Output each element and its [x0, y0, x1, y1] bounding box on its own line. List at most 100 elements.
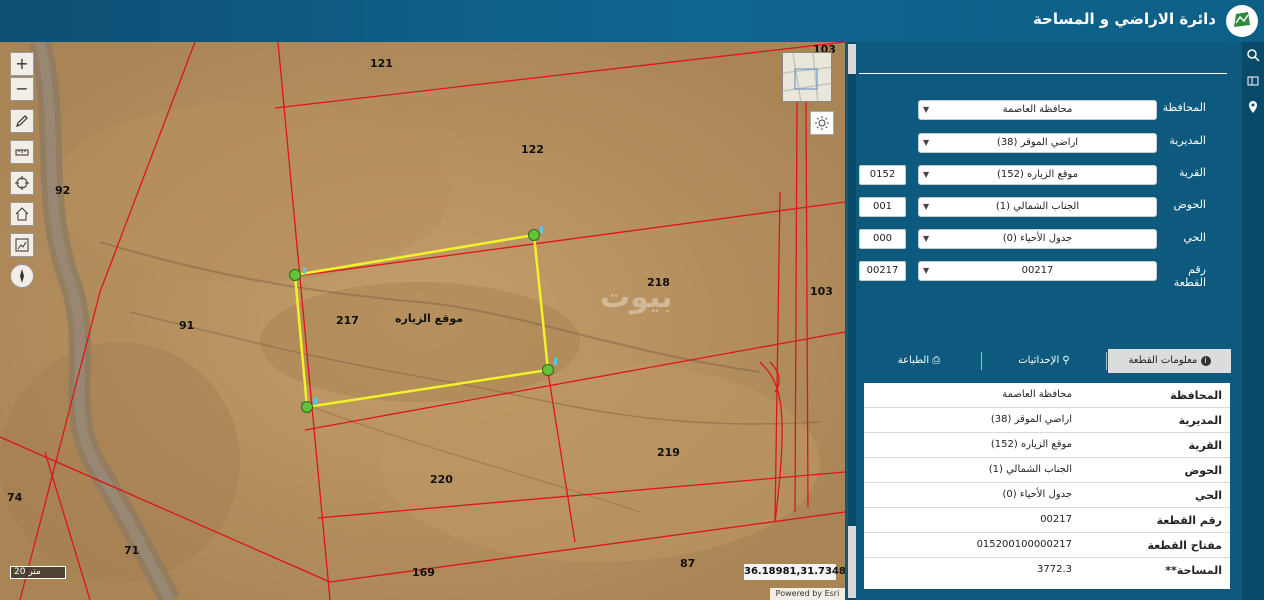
home-button[interactable] [10, 202, 34, 226]
info-value: الجناب الشمالي (1) [988, 464, 1072, 475]
crosshair-icon [15, 176, 29, 190]
parcel-info-table: المحافظة محافظة العاصمة المديرية اراضي ا… [864, 383, 1230, 589]
field-label-basin: الحوض [1173, 198, 1207, 211]
table-row: المحافظة محافظة العاصمة [864, 383, 1230, 408]
neighborhood-select[interactable]: ▼ جدول الأحياء (0) [918, 229, 1157, 249]
zoom-out-button[interactable]: − [10, 77, 34, 101]
draw-tool-button[interactable] [10, 109, 34, 133]
tab-parcel-info[interactable]: i معلومات القطعة [1108, 349, 1231, 373]
info-key: الحي [1195, 489, 1222, 502]
compass-icon [20, 269, 24, 283]
info-key: المساحة** [1165, 564, 1222, 577]
table-row: الحي جدول الأحياء (0) [864, 483, 1230, 508]
attribution: Powered by Esri [770, 588, 845, 600]
tab-coordinates[interactable]: ⚲ الإحداثيات [983, 349, 1105, 373]
village-select[interactable]: ▼ موقع الزياره (152) [918, 165, 1157, 185]
overview-map[interactable] [782, 52, 832, 102]
field-label-neighborhood: الحي [1183, 231, 1206, 244]
home-icon [15, 207, 29, 221]
scale-bar: 20 متر [10, 566, 66, 579]
info-value: محافظة العاصمة [1002, 389, 1072, 400]
location-button[interactable] [1244, 98, 1262, 116]
info-key: القرية [1188, 439, 1222, 452]
map-view[interactable]: 121 103 122 92 218 103 217 91 219 220 74… [0, 42, 845, 600]
neighborhood-code-input[interactable]: 000 [859, 229, 906, 249]
layers-button[interactable] [1244, 72, 1262, 90]
caret-down-icon: ▼ [923, 266, 930, 275]
search-panel: المحافظة ▼ محافظة العاصمة المديرية ▼ ارا… [845, 42, 1242, 600]
caret-down-icon: ▼ [923, 138, 930, 147]
locate-button[interactable] [10, 171, 34, 195]
scroll-thumb-bottom[interactable] [848, 526, 856, 598]
info-value: اراضي الموقر (38) [990, 414, 1072, 425]
info-value: جدول الأحياء (0) [1002, 489, 1073, 500]
sun-icon [815, 116, 829, 130]
table-row: القرية موقع الزياره (152) [864, 433, 1230, 458]
app-title: دائرة الاراضي و المساحة [1032, 10, 1216, 28]
governorate-select[interactable]: ▼ محافظة العاصمة [918, 100, 1157, 120]
tab-print[interactable]: ⎙ الطباعة [858, 349, 980, 373]
caret-down-icon: ▼ [923, 105, 930, 114]
basin-code-input[interactable]: 001 [859, 197, 906, 217]
site-label: موقع الزياره [395, 312, 464, 325]
compass-button[interactable] [10, 264, 34, 288]
department-logo-icon [1226, 5, 1258, 37]
tab-separator [1106, 352, 1107, 370]
info-key: الحوض [1184, 464, 1222, 477]
printer-icon: ⎙ [932, 355, 941, 366]
overview-map-thumbnail [783, 53, 831, 101]
info-value: 015200100000217 [976, 539, 1072, 550]
info-value: 3772.3 [1037, 564, 1072, 575]
location-icon: ⚲ [1062, 355, 1070, 366]
basin-select[interactable]: ▼ الجناب الشمالي (1) [918, 197, 1157, 217]
brightness-button[interactable] [810, 111, 834, 135]
zoom-in-button[interactable]: + [10, 52, 34, 76]
parcel-label: 103 [810, 285, 833, 298]
info-key: مفتاح القطعة [1147, 539, 1222, 552]
parcel-number-select[interactable]: ▼ 00217 [918, 261, 1157, 281]
chart-tool-button[interactable] [10, 233, 34, 257]
tab-separator [981, 352, 982, 370]
parcel-label: 91 [179, 319, 195, 332]
info-icon: i [1200, 356, 1211, 366]
parcel-label: 220 [430, 473, 453, 486]
pencil-icon [16, 115, 28, 127]
parcel-label: 87 [680, 557, 696, 570]
watermark: بيوت [600, 280, 673, 315]
chart-icon [15, 238, 29, 252]
field-label-village: القرية [1178, 166, 1206, 179]
table-row: المساحة** 3772.3 [864, 558, 1230, 583]
info-value: موقع الزياره (152) [990, 439, 1072, 450]
village-code-input[interactable]: 0152 [859, 165, 906, 185]
parcel-label: 92 [55, 184, 71, 197]
caret-down-icon: ▼ [923, 170, 930, 179]
scroll-thumb-top[interactable] [848, 44, 856, 74]
table-row: الحوض الجناب الشمالي (1) [864, 458, 1230, 483]
field-label-governorate: المحافظة [1162, 101, 1206, 114]
parcel-label: 71 [124, 544, 140, 557]
parcel-number-code-input[interactable]: 00217 [859, 261, 906, 281]
app-header: دائرة الاراضي و المساحة [0, 0, 1264, 42]
ruler-icon [15, 149, 29, 156]
info-key: رقم القطعة [1156, 514, 1222, 527]
parcel-label: 121 [370, 57, 393, 70]
caret-down-icon: ▼ [923, 234, 930, 243]
table-row: رقم القطعة 00217 [864, 508, 1230, 533]
parcel-label: 74 [7, 491, 23, 504]
info-key: المديرية [1178, 414, 1222, 427]
side-toolbar [1242, 42, 1264, 600]
search-icon [1247, 49, 1260, 62]
field-label-directorate: المديرية [1169, 134, 1206, 147]
map-layers-icon [1247, 76, 1259, 86]
panel-scrollbar[interactable] [848, 42, 856, 600]
search-button[interactable] [1244, 46, 1262, 64]
measure-tool-button[interactable] [10, 140, 34, 164]
parcel-label: 217 [336, 314, 359, 327]
info-key: المحافظة [1170, 389, 1222, 402]
map-pin-icon [1249, 101, 1257, 113]
panel-divider [859, 73, 1227, 74]
directorate-select[interactable]: ▼ اراضي الموقر (38) [918, 133, 1157, 153]
parcel-label: 219 [657, 446, 680, 459]
info-tabs: i معلومات القطعة ⚲ الإحداثيات ⎙ الطباعة [858, 349, 1231, 373]
parcel-label: 122 [521, 143, 544, 156]
